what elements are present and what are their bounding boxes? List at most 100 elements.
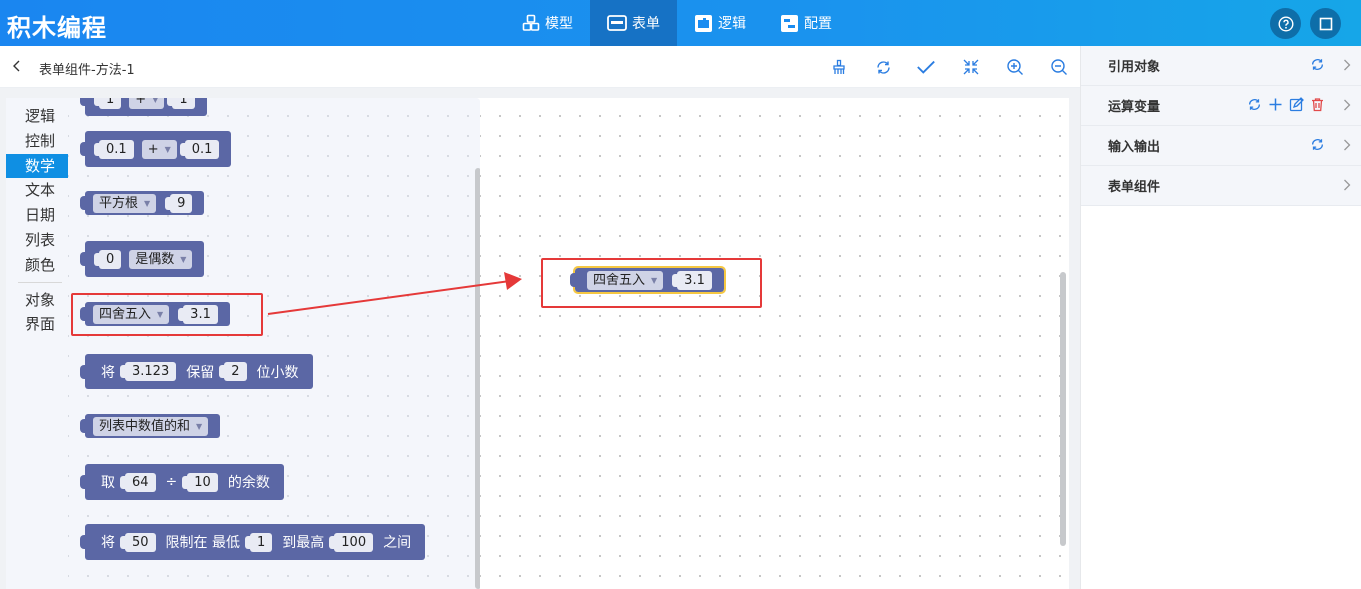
operator-dropdown[interactable]: + ▼: [129, 98, 165, 109]
number-field[interactable]: 0.1: [179, 139, 220, 159]
category-object[interactable]: 对象: [6, 288, 68, 313]
dropdown-label: +: [147, 141, 159, 157]
dropdown-label: +: [135, 98, 147, 107]
category-list: 逻辑 控制 数学 文本 日期 列表 颜色 对象 界面: [6, 104, 68, 337]
panel-row-referenced-objects[interactable]: 引用对象: [1081, 46, 1361, 86]
workspace-scrollbar[interactable]: [1060, 272, 1066, 546]
tab-label: 模型: [545, 16, 573, 32]
category-list[interactable]: 列表: [6, 228, 68, 253]
number-field[interactable]: 0.1: [94, 139, 134, 159]
refresh-icon[interactable]: [1310, 57, 1325, 72]
zoom-in-icon[interactable]: [1005, 57, 1025, 77]
block-text: 限制在 最低: [165, 535, 240, 551]
fullscreen-button[interactable]: [1310, 8, 1341, 39]
check-icon[interactable]: [916, 57, 936, 77]
number-field[interactable]: 1: [93, 98, 122, 109]
function-dropdown[interactable]: 平方根 ▼: [93, 193, 157, 213]
top-bar: 积木编程 模型 表单 逻辑 配置: [0, 0, 1361, 46]
panel-row-input-output[interactable]: 输入输出: [1081, 126, 1361, 166]
panel-row-label: 输入输出: [1108, 140, 1161, 155]
category-text[interactable]: 文本: [6, 178, 68, 203]
block-arith-1[interactable]: 1 + ▼ 1: [80, 98, 207, 116]
category-logic[interactable]: 逻辑: [6, 104, 68, 129]
number-field[interactable]: 0: [93, 249, 122, 269]
chevron-right-icon: [1343, 58, 1351, 76]
right-panel: 引用对象 运算变量 输入输出 表单组件: [1080, 46, 1361, 589]
number-field[interactable]: 3.123: [119, 362, 177, 381]
flyout-canvas: [68, 98, 480, 589]
block-text: 的余数: [227, 475, 270, 491]
refresh-icon[interactable]: [873, 57, 893, 77]
block-arith-2[interactable]: 0.1 + ▼ 0.1: [79, 131, 232, 167]
delete-icon[interactable]: [1310, 97, 1325, 112]
tab-logic[interactable]: 逻辑: [677, 0, 763, 46]
block-text: 保留: [186, 364, 215, 381]
block-to-fixed[interactable]: 将 3.123 保留 2 位小数: [80, 354, 313, 389]
back-icon[interactable]: [12, 58, 22, 78]
blockly-workspace: 四舍五入 ▼ 3.1 逻辑 控制 数学 文本 日期 列表 颜色 对象 界面 1 +…: [0, 88, 1080, 589]
help-icon: [1277, 15, 1294, 32]
tab-settings[interactable]: 配置: [763, 0, 849, 46]
breadcrumb: 表单组件-方法-1: [39, 63, 135, 78]
category-date[interactable]: 日期: [6, 203, 68, 228]
panel-row-label: 运算变量: [1108, 100, 1161, 115]
highlight-box-source: [71, 293, 263, 336]
category-math[interactable]: 数学: [6, 153, 68, 179]
tab-label: 配置: [804, 16, 832, 32]
property-dropdown[interactable]: 是偶数 ▼: [129, 249, 193, 269]
number-field[interactable]: 50: [120, 532, 156, 552]
function-dropdown[interactable]: 列表中数值的和 ▼: [93, 416, 209, 436]
block-constrain[interactable]: 将 50 限制在 最低 1 到最高 100 之间: [79, 524, 426, 560]
tab-form[interactable]: 表单: [590, 0, 677, 46]
dropdown-label: 平方根: [99, 195, 139, 211]
square-icon: [1319, 17, 1332, 30]
category-ui[interactable]: 界面: [6, 312, 68, 337]
help-button[interactable]: [1270, 8, 1301, 39]
chevron-right-icon: [1343, 178, 1351, 196]
cubes-icon: [522, 14, 540, 32]
toolbox-flyout: 逻辑 控制 数学 文本 日期 列表 颜色 对象 界面 1 + ▼ 1 0.1 + ▼…: [6, 98, 480, 589]
block-modulo[interactable]: 取 64 ÷ 10 的余数: [80, 464, 284, 500]
zoom-out-icon[interactable]: [1049, 57, 1069, 77]
form-icon: [607, 14, 627, 32]
number-field[interactable]: 1: [167, 98, 195, 109]
block-is-even[interactable]: 0 是偶数 ▼: [79, 241, 205, 277]
editor-toolbar: 表单组件-方法-1: [0, 46, 1080, 88]
brush-icon[interactable]: [829, 57, 849, 77]
category-control[interactable]: 控制: [6, 129, 68, 154]
block-text: 到最高: [282, 535, 325, 551]
block-text: 之间: [383, 535, 412, 551]
add-icon[interactable]: [1268, 97, 1283, 112]
number-field[interactable]: 100: [329, 532, 374, 552]
refresh-icon[interactable]: [1247, 97, 1262, 112]
tab-model[interactable]: 模型: [505, 0, 590, 46]
highlight-box-target: [541, 258, 762, 308]
collapse-icon[interactable]: [961, 57, 981, 77]
category-color[interactable]: 颜色: [6, 253, 68, 278]
number-field[interactable]: 64: [120, 472, 156, 492]
panel-row-variables[interactable]: 运算变量: [1081, 86, 1361, 126]
chevron-right-icon: [1343, 138, 1351, 156]
block-list-sum[interactable]: 列表中数值的和 ▼: [79, 414, 221, 438]
block-text: ÷: [165, 474, 178, 490]
block-sqrt[interactable]: 平方根 ▼ 9: [79, 191, 205, 215]
panel-row-form-components[interactable]: 表单组件: [1081, 166, 1361, 206]
settings-icon: [780, 14, 799, 33]
number-field[interactable]: 1: [244, 532, 273, 552]
block-text: 将: [101, 535, 115, 551]
block-text: 将: [101, 364, 115, 381]
edit-icon[interactable]: [1289, 97, 1304, 112]
drag-arrow-icon: [267, 272, 522, 315]
operator-dropdown[interactable]: + ▼: [141, 139, 177, 159]
dropdown-label: 是偶数: [135, 251, 175, 267]
number-field[interactable]: 10: [182, 472, 218, 492]
tab-label: 表单: [632, 16, 660, 32]
flyout-scrollbar[interactable]: [475, 168, 480, 589]
refresh-icon[interactable]: [1310, 137, 1325, 152]
tab-label: 逻辑: [718, 16, 746, 32]
number-field[interactable]: 9: [165, 193, 193, 213]
app-title: 积木编程: [7, 14, 107, 42]
number-field[interactable]: 2: [219, 362, 247, 381]
panel-row-label: 表单组件: [1108, 180, 1161, 195]
block-text: 取: [101, 475, 115, 491]
